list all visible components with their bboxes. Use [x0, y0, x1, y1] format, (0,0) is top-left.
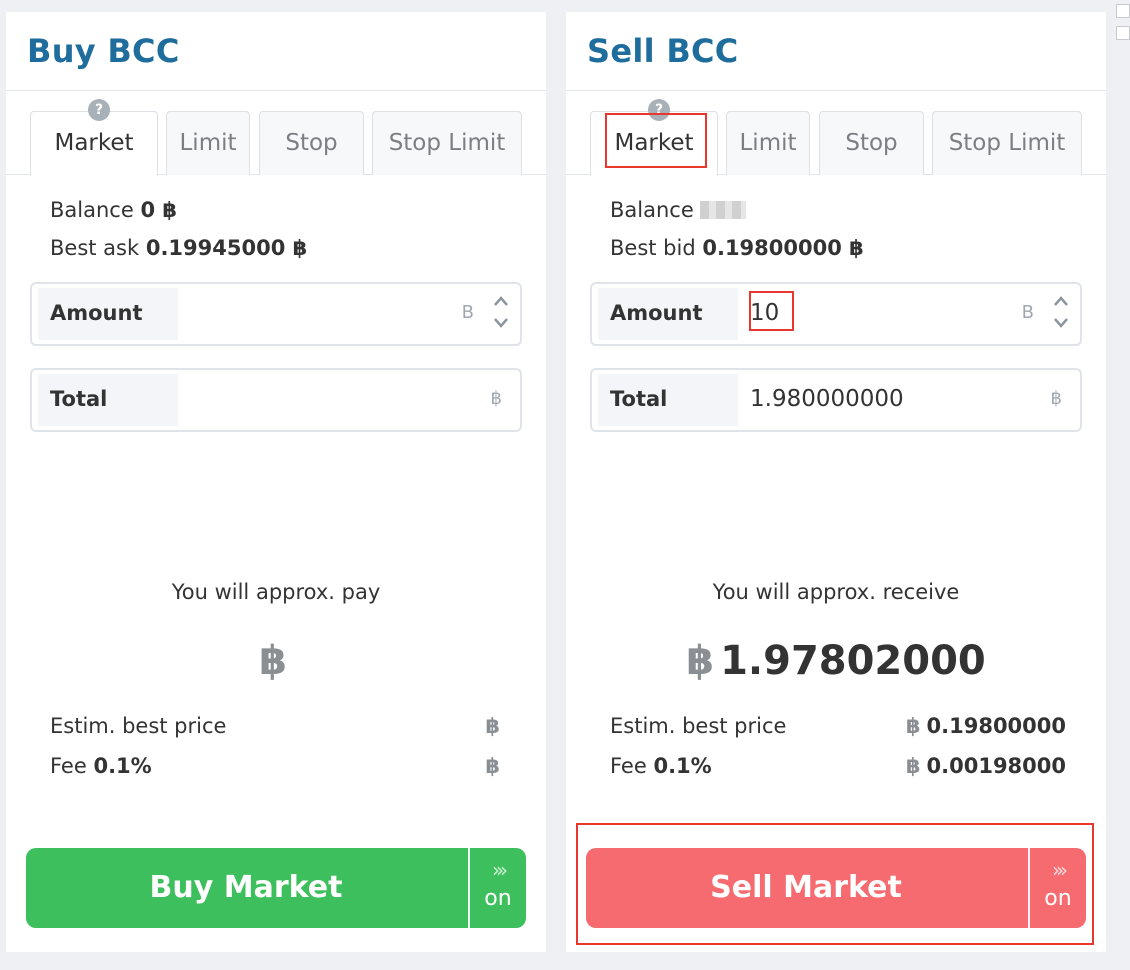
balance-label: Balance: [50, 198, 134, 222]
amount-field[interactable]: Amount 10 B: [590, 282, 1082, 346]
fee-value: ฿: [485, 754, 506, 778]
result-currency: ฿: [686, 638, 715, 684]
amount-label: Amount: [38, 288, 178, 340]
sell-market-label: Sell Market: [710, 870, 902, 905]
help-icon[interactable]: ?: [88, 99, 110, 121]
tab-stop-limit[interactable]: Stop Limit: [932, 111, 1082, 175]
amount-stepper-icon[interactable]: [492, 294, 510, 335]
total-label: Total: [598, 374, 738, 426]
best-ask-value: 0.19945000 ฿: [145, 236, 308, 260]
best-bid-label: Best bid: [610, 236, 696, 260]
total-label: Total: [38, 374, 178, 426]
tab-limit[interactable]: Limit: [726, 111, 810, 175]
fee-label: Fee: [610, 754, 647, 778]
sell-panel: Sell BCC ? Market Limit Stop Stop Limit …: [566, 12, 1106, 952]
fee-amount: 0.00198000: [926, 754, 1066, 778]
tab-stop[interactable]: Stop: [819, 111, 924, 175]
amount-input[interactable]: 10: [750, 300, 779, 326]
one-click-on-label: on: [1044, 886, 1072, 911]
fee-row: Fee 0.1% ฿ 0.00198000: [610, 754, 1066, 778]
one-click-toggle[interactable]: ››› on: [468, 848, 526, 928]
amount-stepper-icon[interactable]: [1052, 294, 1070, 335]
estim-best-price-value: ฿: [485, 714, 506, 738]
tab-stop-limit[interactable]: Stop Limit: [372, 111, 522, 175]
buy-panel: Buy BCC ? Market Limit Stop Stop Limit B…: [6, 12, 546, 952]
total-unit: ฿: [1050, 388, 1062, 409]
estim-currency: ฿: [905, 714, 921, 738]
best-ask-line: Best ask 0.19945000 ฿: [50, 236, 307, 260]
balance-value: 0 ฿: [140, 198, 177, 222]
fee-row: Fee 0.1% ฿: [50, 754, 506, 778]
best-bid-line: Best bid 0.19800000 ฿: [610, 236, 864, 260]
help-icon[interactable]: ?: [648, 99, 670, 121]
tab-market[interactable]: Market: [590, 111, 718, 176]
triple-chevron-right-icon: ›››: [492, 858, 508, 882]
amount-label: Amount: [598, 288, 738, 340]
result-value: 1.97802000: [720, 638, 986, 684]
window-control-icon[interactable]: [1116, 4, 1130, 18]
balance-line: Balance 0 ฿: [50, 198, 177, 222]
result-currency: ฿: [259, 638, 287, 684]
order-type-tabs: ? Market Limit Stop Stop Limit: [6, 91, 546, 176]
fee-currency: ฿: [485, 754, 500, 778]
tab-market[interactable]: Market: [30, 111, 158, 176]
estim-best-price-row: Estim. best price ฿ 0.19800000: [610, 714, 1066, 738]
amount-unit: B: [1021, 302, 1034, 323]
approx-text: You will approx. pay: [171, 580, 381, 604]
amount-field[interactable]: Amount B: [30, 282, 522, 346]
approx-result: ฿ 1.97802000: [566, 638, 1106, 684]
tab-limit[interactable]: Limit: [166, 111, 250, 175]
best-bid-value: 0.19800000 ฿: [702, 236, 864, 260]
fee-value: ฿ 0.00198000: [906, 754, 1066, 778]
buy-market-label: Buy Market: [149, 870, 343, 905]
total-input[interactable]: 1.980000000: [750, 386, 904, 412]
fee-currency: ฿: [905, 754, 921, 778]
estim-value: 0.19800000: [926, 714, 1066, 738]
total-unit: ฿: [490, 388, 502, 409]
estim-best-price-label: Estim. best price: [610, 714, 787, 738]
window-control-icon[interactable]: [1116, 26, 1130, 40]
buy-market-button[interactable]: Buy Market ››› on: [26, 848, 526, 928]
balance-redacted: [700, 201, 747, 219]
approx-text: You will approx. receive: [712, 580, 960, 604]
best-ask-label: Best ask: [50, 236, 140, 260]
sell-market-button[interactable]: Sell Market ››› on: [586, 848, 1086, 928]
tab-stop[interactable]: Stop: [259, 111, 364, 175]
balance-line: Balance: [610, 198, 747, 222]
amount-unit: B: [461, 302, 474, 323]
one-click-toggle[interactable]: ››› on: [1028, 848, 1086, 928]
total-field[interactable]: Total ฿: [30, 368, 522, 432]
triple-chevron-right-icon: ›››: [1052, 858, 1068, 882]
fee-label: Fee: [50, 754, 87, 778]
panel-title: Buy BCC: [6, 12, 546, 91]
approx-result: ฿: [6, 638, 546, 684]
total-field[interactable]: Total 1.980000000 ฿: [590, 368, 1082, 432]
estim-best-price-value: ฿ 0.19800000: [906, 714, 1066, 738]
fee-pct: 0.1%: [93, 754, 152, 778]
order-type-tabs: ? Market Limit Stop Stop Limit: [566, 91, 1106, 176]
estim-best-price-label: Estim. best price: [50, 714, 227, 738]
estim-best-price-row: Estim. best price ฿: [50, 714, 506, 738]
panel-title: Sell BCC: [566, 12, 1106, 91]
one-click-on-label: on: [484, 886, 512, 911]
balance-label: Balance: [610, 198, 694, 222]
fee-pct: 0.1%: [653, 754, 712, 778]
estim-currency: ฿: [485, 714, 500, 738]
